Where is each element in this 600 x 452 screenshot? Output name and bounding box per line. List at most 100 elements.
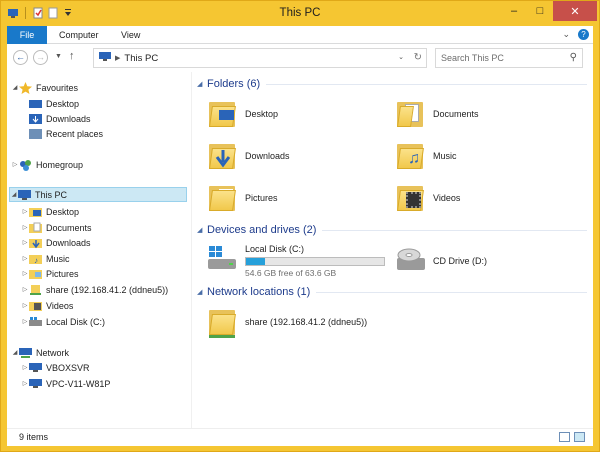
search-placeholder: Search This PC [441, 53, 504, 63]
explorer-window: This PC – □ ✕ File Computer View ⌄ ? ← →… [0, 0, 600, 452]
expand-icon[interactable]: ▷ [21, 364, 29, 371]
collapse-group-icon[interactable]: ◢ [197, 80, 207, 88]
up-button[interactable]: ↑ [69, 50, 75, 62]
address-dropdown-icon[interactable]: ⌄ [398, 53, 404, 61]
folder-label: Music [433, 151, 457, 161]
expand-icon[interactable]: ▷ [21, 318, 29, 325]
tab-view[interactable]: View [121, 26, 140, 44]
collapse-icon[interactable]: ◢ [11, 84, 19, 91]
folder-tile-music[interactable]: ♫ Music [395, 142, 457, 170]
collapse-group-icon[interactable]: ◢ [197, 288, 207, 296]
network-location-tile[interactable]: share (192.168.41.2 (ddneu5)) [207, 308, 367, 338]
nav-favourites[interactable]: ◢ Favourites [11, 80, 78, 95]
nav-label: Desktop [46, 206, 80, 217]
nav-pc-pictures[interactable]: ▷ Pictures [21, 266, 79, 281]
ribbon-tabs: File Computer View ⌄ ? [7, 26, 593, 44]
desktop-folder-icon [207, 100, 237, 128]
nav-pc-share[interactable]: ▷ share (192.168.41.2 (ddneu5)) [21, 282, 168, 297]
minimize-button[interactable]: – [501, 1, 527, 21]
nav-network[interactable]: ◢ Network [11, 345, 69, 360]
network-share-icon [29, 284, 42, 296]
folder-tile-pictures[interactable]: Pictures [207, 184, 278, 212]
nav-pc-videos[interactable]: ▷ Videos [21, 298, 73, 313]
nav-net-vboxsvr[interactable]: ▷ VBOXSVR [21, 360, 90, 375]
nav-pc-music[interactable]: ▷ ♪ Music [21, 251, 70, 266]
expand-icon[interactable]: ▷ [21, 255, 29, 262]
expand-icon[interactable]: ▷ [21, 208, 29, 215]
cd-drive-icon [395, 244, 425, 270]
main-pane: ◢ Folders (6) Desktop Documents Download… [197, 72, 593, 428]
expand-icon[interactable]: ▷ [11, 161, 19, 168]
search-icon[interactable]: ⚲ [570, 52, 577, 63]
back-button[interactable]: ← [13, 50, 28, 65]
expand-icon[interactable]: ▷ [21, 239, 29, 246]
nav-label: Videos [46, 300, 74, 311]
nav-fav-recent[interactable]: Recent places [29, 126, 103, 141]
details-view-icon[interactable] [559, 432, 570, 442]
nav-fav-downloads[interactable]: Downloads [29, 111, 91, 126]
folder-label: Videos [433, 193, 461, 203]
nav-pc-local-disk[interactable]: ▷ Local Disk (C:) [21, 314, 105, 329]
tab-file[interactable]: File [7, 26, 47, 44]
expand-icon[interactable]: ▷ [21, 380, 29, 387]
expand-icon[interactable]: ▷ [21, 302, 29, 309]
nav-pc-documents[interactable]: ▷ Documents [21, 220, 92, 235]
address-field[interactable]: ▶ This PC ⌄ ↻ [93, 48, 427, 68]
this-pc-icon [98, 51, 112, 65]
network-icon [19, 347, 32, 359]
nav-pc-desktop[interactable]: ▷ Desktop [21, 204, 79, 219]
collapse-group-icon[interactable]: ◢ [197, 226, 207, 234]
nav-this-pc[interactable]: ◢ This PC [9, 187, 187, 202]
nav-homegroup[interactable]: ▷ Homegroup [11, 157, 83, 172]
group-network-locations[interactable]: ◢ Network locations (1) [197, 286, 587, 298]
tab-computer[interactable]: Computer [59, 26, 99, 44]
window-controls: – □ ✕ [501, 1, 597, 21]
forward-button[interactable]: → [33, 50, 48, 65]
pane-divider[interactable] [191, 72, 192, 428]
nav-label: VPC-V11-W81P [46, 378, 111, 389]
drive-tile-cd[interactable]: CD Drive (D:) [395, 244, 487, 270]
desktop-icon [29, 98, 42, 110]
pictures-folder-icon [207, 184, 237, 212]
recent-locations-icon[interactable]: ▼ [55, 53, 62, 60]
videos-folder-icon [395, 184, 425, 212]
group-title: Folders (6) [207, 78, 261, 90]
group-divider [316, 291, 587, 293]
help-icon[interactable]: ? [578, 29, 589, 40]
nav-pc-downloads[interactable]: ▷ Downloads [21, 235, 91, 250]
folder-tile-desktop[interactable]: Desktop [207, 100, 278, 128]
drive-tile-local-disk[interactable]: Local Disk (C:) 54.6 GB free of 63.6 GB [207, 244, 385, 278]
nav-label: Recent places [46, 128, 104, 139]
large-icons-view-icon[interactable] [574, 432, 585, 442]
expand-icon[interactable]: ▷ [21, 224, 29, 231]
collapse-icon[interactable]: ◢ [11, 349, 19, 356]
collapse-icon[interactable]: ◢ [10, 191, 18, 198]
search-input[interactable]: Search This PC ⚲ [435, 48, 583, 68]
folder-tile-videos[interactable]: Videos [395, 184, 460, 212]
nav-net-vpc[interactable]: ▷ VPC-V11-W81P [21, 376, 110, 391]
expand-icon[interactable]: ▷ [21, 286, 29, 293]
folder-tile-downloads[interactable]: Downloads [207, 142, 290, 170]
refresh-icon[interactable]: ↻ [414, 52, 422, 63]
downloads-folder-icon [207, 142, 237, 170]
close-button[interactable]: ✕ [553, 1, 597, 21]
expand-icon[interactable]: ▷ [21, 270, 29, 277]
path-chevron-icon[interactable]: ▶ [115, 54, 120, 62]
title-bar: This PC – □ ✕ [1, 1, 599, 26]
folder-tile-documents[interactable]: Documents [395, 100, 479, 128]
this-pc-icon [18, 189, 31, 201]
documents-folder-icon [29, 222, 42, 234]
network-share-icon [207, 308, 237, 338]
downloads-icon [29, 113, 42, 125]
pictures-folder-icon [29, 268, 42, 280]
music-folder-icon: ♪ [29, 253, 42, 265]
group-drives[interactable]: ◢ Devices and drives (2) [197, 224, 587, 236]
disk-usage-bar [245, 257, 385, 266]
nav-label: Favourites [36, 82, 79, 93]
address-path: This PC [124, 52, 159, 64]
group-folders[interactable]: ◢ Folders (6) [197, 78, 587, 90]
maximize-button[interactable]: □ [527, 1, 553, 21]
nav-fav-desktop[interactable]: Desktop [29, 96, 79, 111]
expand-ribbon-icon[interactable]: ⌄ [562, 29, 570, 40]
nav-label: Documents [46, 222, 92, 233]
